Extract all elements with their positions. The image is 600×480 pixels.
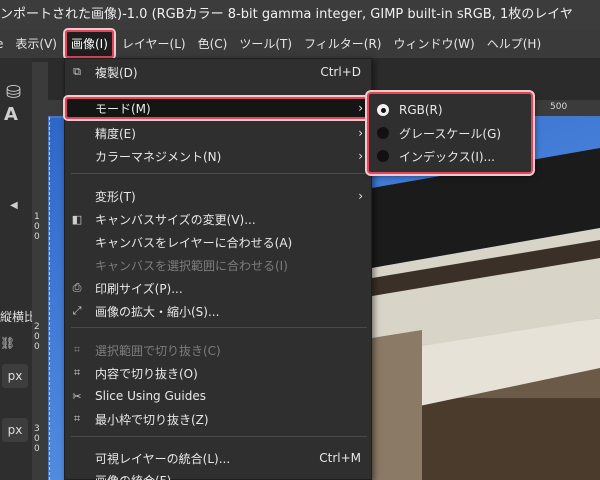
menu-item-mode[interactable]: モード(M) › — [65, 97, 371, 119]
radio-selected-icon — [377, 104, 389, 116]
mode-submenu: RGB(R) グレースケール(G) インデックス(I)... — [367, 92, 533, 174]
vertical-ruler: 100 200 300 — [32, 62, 48, 480]
ruler-mark-100: 100 — [34, 212, 40, 242]
mode-grayscale[interactable]: グレースケール(G) — [377, 122, 501, 144]
submenu-arrow-icon: › — [358, 189, 363, 203]
menu-filters[interactable]: フィルター(R) — [298, 30, 387, 58]
menu-separator — [71, 436, 367, 437]
shortcut-ctrl-m: Ctrl+M — [319, 451, 361, 465]
crop-icon: ⌗ — [73, 343, 81, 356]
menu-item-transform[interactable]: 変形(T) › — [65, 185, 371, 207]
window-title: ンポートされた画像)-1.0 (RGBカラー 8-bit gamma integ… — [0, 7, 573, 22]
ruler-mark-200: 200 — [34, 322, 40, 352]
menu-separator — [71, 327, 367, 328]
menu-item-scale-image[interactable]: ⤢ 画像の拡大・縮小(S)... — [65, 300, 371, 322]
slice-icon: ✂ — [72, 389, 82, 403]
menu-item-crop-to-selection: ⌗ 選択範囲で切り抜き(C) — [65, 339, 371, 361]
menu-windows[interactable]: ウィンドウ(W) — [388, 30, 481, 58]
image-menu: ⧉ 複製(D) Ctrl+D モード(M) › 精度(E) › カラーマネジメン… — [64, 58, 372, 480]
collapse-arrow-icon[interactable]: ◀ — [10, 200, 18, 211]
menu-bar: e 表示(V) 画像(I) レイヤー(L) 色(C) ツール(T) フィルター(… — [0, 30, 600, 58]
radio-icon — [377, 127, 389, 139]
menu-item-fit-canvas-to-selection: キャンバスを選択範囲に合わせる(I) — [95, 258, 288, 273]
ruler-mark-500: 500 — [550, 102, 568, 112]
menu-separator — [71, 173, 367, 174]
menu-item-duplicate[interactable]: ⧉ 複製(D) Ctrl+D — [65, 61, 371, 83]
menu-view[interactable]: 表示(V) — [9, 30, 63, 58]
mode-rgb[interactable]: RGB(R) — [377, 99, 443, 121]
menu-item-merge-visible-layers[interactable]: 可視レイヤーの統合(L)... Ctrl+M — [65, 447, 371, 469]
unit-selector-2[interactable]: px — [2, 418, 28, 442]
menu-item-print-size[interactable]: ⎙ 印刷サイズ(P)... — [65, 277, 371, 299]
layer-boundary — [49, 117, 52, 480]
menu-item-zealous-crop[interactable]: ⌗ 最小枠で切り抜き(Z) — [65, 408, 371, 430]
menu-help[interactable]: ヘルプ(H) — [481, 30, 547, 58]
print-icon: ⎙ — [72, 281, 82, 294]
aspect-ratio-tab[interactable]: 縦横比 — [0, 308, 36, 325]
menu-item-color-management[interactable]: カラーマネジメント(N) › — [65, 145, 371, 167]
mode-indexed[interactable]: インデックス(I)... — [377, 145, 495, 167]
toolbox: ⛁ A ◀ 縦横比 ⛓ px px — [0, 58, 36, 480]
menu-item-precision[interactable]: 精度(E) › — [65, 122, 371, 144]
scale-icon: ⤢ — [72, 304, 82, 317]
menu-tools[interactable]: ツール(T) — [233, 30, 298, 58]
menu-item-fit-canvas-to-layers[interactable]: キャンバスをレイヤーに合わせる(A) — [65, 231, 371, 253]
radio-icon — [377, 150, 389, 162]
menu-colors[interactable]: 色(C) — [192, 30, 234, 58]
unit-selector-1[interactable]: px — [2, 364, 28, 388]
crop-icon: ⌗ — [73, 412, 81, 425]
menu-layer[interactable]: レイヤー(L) — [116, 30, 192, 58]
duplicate-icon: ⧉ — [73, 65, 81, 78]
chain-icon[interactable]: ⛓ — [0, 336, 15, 350]
menu-item-crop-to-content[interactable]: ⌗ 内容で切り抜き(O) — [65, 362, 371, 384]
bucket-fill-icon[interactable]: ⛁ — [6, 82, 21, 103]
canvas-size-icon: ◧ — [71, 212, 83, 226]
crop-icon: ⌗ — [73, 366, 81, 379]
shortcut-ctrl-d: Ctrl+D — [320, 65, 361, 79]
text-tool-icon[interactable]: A — [4, 104, 18, 125]
window-title-bar: ンポートされた画像)-1.0 (RGBカラー 8-bit gamma integ… — [0, 0, 600, 30]
menu-item-flatten-image[interactable]: 画像の統合(F) — [65, 469, 371, 480]
menu-item-slice-using-guides[interactable]: ✂ Slice Using Guides — [65, 385, 371, 407]
menu-partial[interactable]: e — [0, 30, 9, 58]
ruler-mark-300: 300 — [34, 424, 40, 454]
menu-item-canvas-size[interactable]: ◧ キャンバスサイズの変更(V)... — [65, 208, 371, 230]
menu-image[interactable]: 画像(I) — [64, 30, 114, 58]
